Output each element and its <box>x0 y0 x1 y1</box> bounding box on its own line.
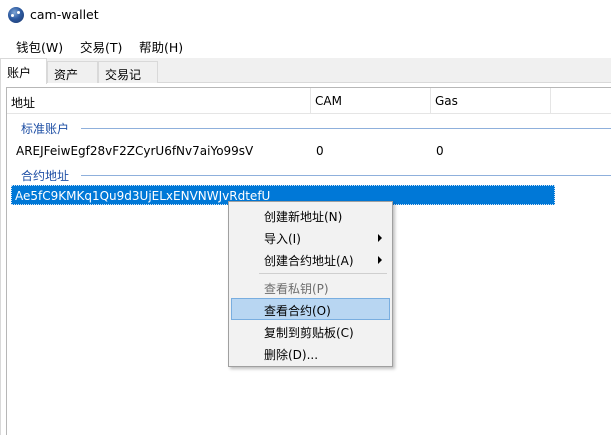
row-address: AREJFeiwEgf28vF2ZCyrU6fNv7aiYo99sV <box>16 144 254 158</box>
menu-item-label: 创建合约地址(A) <box>264 254 354 268</box>
tab-transactions[interactable]: 交易记录 <box>98 61 158 99</box>
menu-item-view-private-key: 查看私钥(P) <box>231 276 390 298</box>
menu-item-label: 删除(D)... <box>264 348 319 362</box>
tab-assets[interactable]: 资产 <box>47 61 98 83</box>
menu-transaction[interactable]: 交易(T) <box>80 37 122 56</box>
menu-item-label: 查看合约(O) <box>264 304 331 318</box>
row-cam: 0 <box>316 144 324 158</box>
menu-item-label: 创建新地址(N) <box>264 210 343 224</box>
menu-item-create-address[interactable]: 创建新地址(N) <box>231 204 390 226</box>
menu-separator <box>259 273 387 274</box>
title-bar: cam-wallet <box>0 0 611 31</box>
submenu-arrow-icon <box>378 256 382 264</box>
context-menu: 创建新地址(N) 导入(I) 创建合约地址(A) 查看私钥(P) 查看合约(O)… <box>228 201 393 367</box>
menu-wallet[interactable]: 钱包(W) <box>16 37 63 56</box>
column-header-gas[interactable]: Gas <box>431 88 551 114</box>
tab-strip: 账户 资产 交易记录 <box>0 58 611 99</box>
column-header-cam[interactable]: CAM <box>311 88 431 114</box>
menu-item-view-contract[interactable]: 查看合约(O) <box>231 298 390 320</box>
submenu-arrow-icon <box>378 234 382 242</box>
app-logo-icon <box>8 7 24 23</box>
menu-item-import[interactable]: 导入(I) <box>231 226 390 248</box>
tab-accounts[interactable]: 账户 <box>0 58 47 84</box>
menu-item-copy-clipboard[interactable]: 复制到剪贴板(C) <box>231 320 390 342</box>
menu-item-delete[interactable]: 删除(D)... <box>231 342 390 364</box>
table-header: 地址 CAM Gas <box>7 88 611 114</box>
group-divider <box>81 128 611 129</box>
menu-bar: 钱包(W) 交易(T) 帮助(H) <box>0 31 611 58</box>
window-title: cam-wallet <box>30 7 99 22</box>
menu-item-label: 导入(I) <box>264 232 301 246</box>
group-label-standard: 标准账户 <box>21 122 70 136</box>
group-divider <box>81 175 611 176</box>
menu-help[interactable]: 帮助(H) <box>139 37 183 56</box>
column-header-address[interactable]: 地址 <box>7 88 311 114</box>
group-label-contract: 合约地址 <box>21 169 70 183</box>
menu-item-label: 复制到剪贴板(C) <box>264 326 354 340</box>
menu-item-create-contract-address[interactable]: 创建合约地址(A) <box>231 248 390 270</box>
row-gas: 0 <box>436 144 444 158</box>
menu-item-label: 查看私钥(P) <box>264 282 329 296</box>
